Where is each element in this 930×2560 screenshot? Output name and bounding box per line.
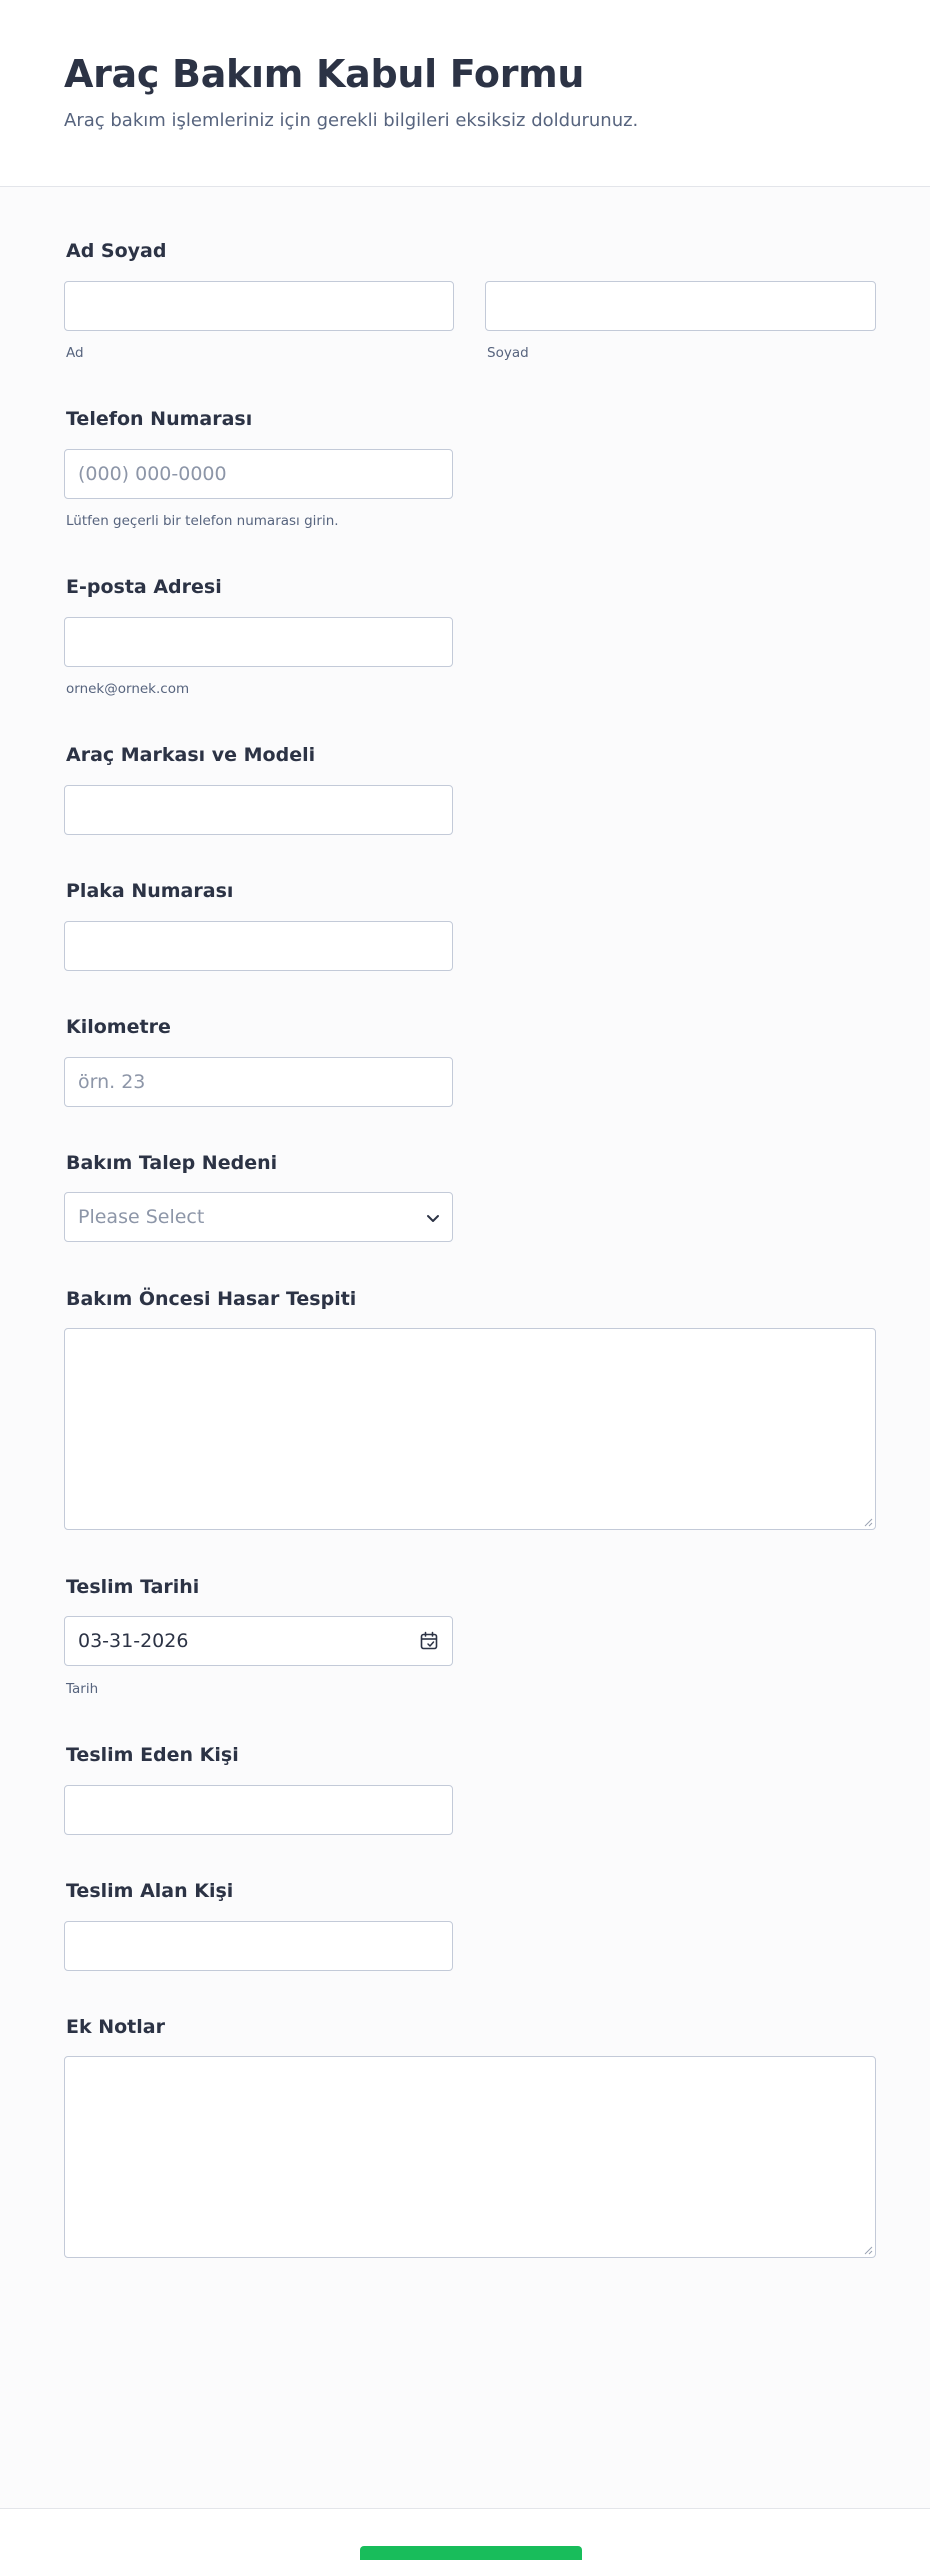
damage-textarea[interactable] (64, 1328, 876, 1530)
first-name-input[interactable] (64, 281, 454, 331)
delivered-by-input[interactable] (64, 1785, 453, 1835)
notes-textarea-wrapper (64, 2056, 876, 2258)
mileage-label: Kilometre (66, 1016, 171, 1038)
email-sublabel: ornek@ornek.com (66, 681, 190, 697)
delivered-by-label: Teslim Eden Kişi (66, 1744, 239, 1766)
name-label: Ad Soyad (66, 240, 167, 262)
phone-sublabel: Lütfen geçerli bir telefon numarası giri… (66, 513, 339, 529)
damage-label: Bakım Öncesi Hasar Tespiti (66, 1288, 357, 1310)
delivery-date-label: Teslim Tarihi (66, 1576, 200, 1598)
plate-label: Plaka Numarası (66, 880, 234, 902)
last-name-input[interactable] (485, 281, 876, 331)
reason-select-value: Please Select (78, 1206, 205, 1228)
form-subtitle: Araç bakım işlemleriniz için gerekli bil… (64, 110, 639, 131)
submit-button[interactable] (360, 2546, 582, 2560)
email-input[interactable] (64, 617, 453, 667)
phone-label: Telefon Numarası (66, 408, 253, 430)
notes-textarea[interactable] (64, 2056, 876, 2258)
reason-label: Bakım Talep Nedeni (66, 1152, 278, 1174)
delivery-date-value: 03-31-2026 (78, 1630, 189, 1652)
delivery-date-sublabel: Tarih (66, 1681, 99, 1697)
chevron-down-icon (427, 1215, 439, 1222)
vehicle-input[interactable] (64, 785, 453, 835)
first-name-sublabel: Ad (66, 345, 84, 361)
delivery-date-input[interactable]: 03-31-2026 (64, 1616, 453, 1666)
email-label: E-posta Adresi (66, 576, 222, 598)
form-title: Araç Bakım Kabul Formu (64, 52, 585, 96)
last-name-sublabel: Soyad (487, 345, 529, 361)
vehicle-label: Araç Markası ve Modeli (66, 744, 316, 766)
phone-input[interactable] (64, 449, 453, 499)
form-page: Araç Bakım Kabul Formu Araç bakım işleml… (0, 0, 930, 2560)
resize-grip-icon[interactable] (863, 2245, 873, 2255)
plate-input[interactable] (64, 921, 453, 971)
form-header: Araç Bakım Kabul Formu Araç bakım işleml… (0, 0, 930, 187)
notes-label: Ek Notlar (66, 2016, 165, 2038)
form-footer (0, 2508, 930, 2560)
damage-textarea-wrapper (64, 1328, 876, 1530)
received-by-label: Teslim Alan Kişi (66, 1880, 234, 1902)
resize-grip-icon[interactable] (863, 1517, 873, 1527)
reason-select[interactable]: Please Select (64, 1192, 453, 1242)
mileage-input[interactable] (64, 1057, 453, 1107)
calendar-icon[interactable] (419, 1631, 439, 1651)
received-by-input[interactable] (64, 1921, 453, 1971)
